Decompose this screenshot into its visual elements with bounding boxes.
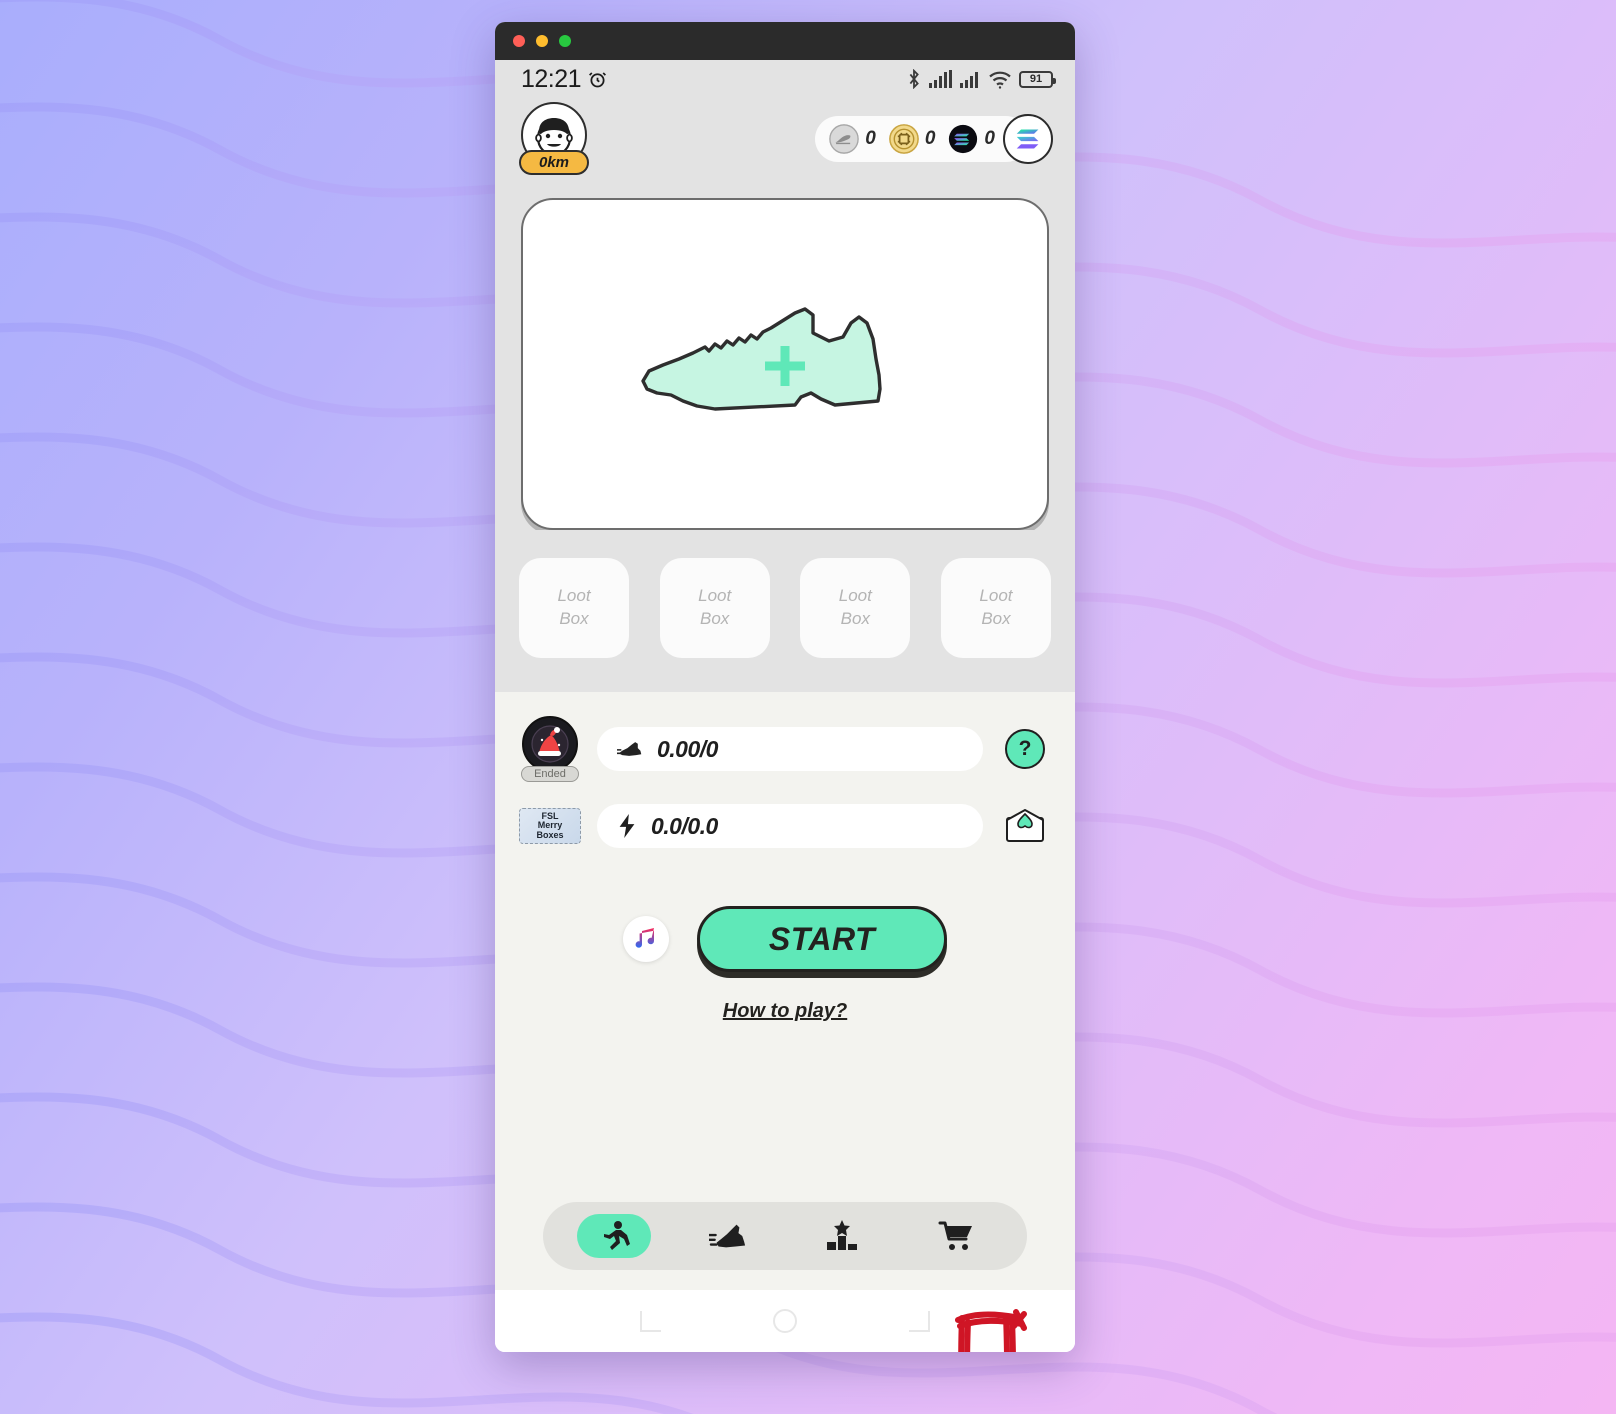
maximize-button[interactable] <box>559 35 571 47</box>
currency-gmt-amount: 0 <box>924 128 936 149</box>
bottom-nav-wrapper <box>517 1202 1053 1290</box>
window-titlebar <box>495 22 1075 60</box>
wallet-row: 0 0 0 <box>815 114 1053 164</box>
mail-slot <box>997 808 1053 844</box>
sneaker-slot-card[interactable] <box>521 198 1049 530</box>
nav-item-market[interactable] <box>919 1214 993 1258</box>
start-button[interactable]: START <box>697 906 947 972</box>
sneaker-icon <box>709 1224 746 1248</box>
shopping-cart-icon <box>938 1221 972 1250</box>
stats-section: Ended 0.00/0 ? FSL Merry Boxes 0.0/0.0 S… <box>495 692 1075 1352</box>
phone-screen: 12:21 91 0km 0 0 0 Loot Box Loot Box Loo… <box>495 60 1075 1352</box>
currency-pill: 0 0 0 <box>815 116 1029 162</box>
energy-stat-value: 0.0/0.0 <box>651 812 718 839</box>
how-to-play-link[interactable]: How to play? <box>517 1000 1053 1023</box>
event-badge-slot[interactable]: Ended <box>517 716 583 782</box>
signal-icon <box>960 72 978 88</box>
bluetooth-icon <box>909 69 919 89</box>
nav-item-shoes[interactable] <box>691 1214 765 1258</box>
apple-music-button[interactable] <box>623 916 669 962</box>
status-bar-left: 12:21 <box>521 65 608 94</box>
lootbox-slot[interactable]: Loot Box <box>519 558 629 658</box>
stat-row-energy-distance: Ended 0.00/0 ? <box>517 716 1053 782</box>
bottom-nav <box>543 1202 1027 1270</box>
nav-item-rankings[interactable] <box>805 1214 879 1258</box>
help-question-icon[interactable]: ? <box>1005 729 1045 769</box>
gst-token-icon <box>829 124 860 154</box>
mail-envelope-icon[interactable] <box>1004 808 1046 844</box>
event-medal-icon <box>522 716 578 772</box>
running-person-icon <box>604 1221 630 1250</box>
lootbox-label-line2: Box <box>981 609 1011 628</box>
close-button[interactable] <box>513 35 525 47</box>
currency-gst[interactable]: 0 <box>829 124 876 154</box>
app-header: 0km 0 0 0 <box>495 98 1075 184</box>
solana-token-icon <box>949 124 978 154</box>
system-nav-bar <box>495 1290 1075 1352</box>
solana-chain-button[interactable] <box>1003 114 1053 164</box>
lootbox-label-line2: Box <box>559 609 589 628</box>
solana-chain-icon <box>1016 129 1039 149</box>
help-slot: ? <box>997 729 1053 769</box>
currency-sol[interactable]: 0 <box>948 124 995 154</box>
gmt-token-icon <box>888 124 919 154</box>
back-icon[interactable] <box>906 1308 932 1334</box>
distance-stat-pill[interactable]: 0.00/0 <box>597 727 983 771</box>
sneaker-icon <box>617 742 642 756</box>
avatar-group[interactable]: 0km <box>519 102 593 175</box>
ticket-label-line3: Boxes <box>536 829 564 840</box>
lootbox-label-line2: Box <box>700 609 730 628</box>
distance-badge: 0km <box>519 150 589 175</box>
ticket-icon: FSL Merry Boxes <box>519 808 581 844</box>
battery-icon: 91 <box>1019 70 1056 88</box>
distance-stat-value: 0.00/0 <box>657 735 718 762</box>
status-bar-right: 91 <box>906 69 1056 89</box>
sneaker-placeholder-icon <box>641 307 882 411</box>
currency-sol-amount: 0 <box>984 128 995 149</box>
lootbox-slot[interactable]: Loot Box <box>940 558 1051 658</box>
lootbox-label-line1: Loot <box>979 586 1013 606</box>
lootbox-label-line1: Loot <box>698 586 732 606</box>
minimize-button[interactable] <box>536 35 548 47</box>
app-window: 12:21 91 0km 0 0 0 Loot Box Loot Box Loo… <box>495 22 1075 1352</box>
start-area: START <box>517 906 1053 1352</box>
lootbox-row: Loot Box Loot Box Loot Box Loot Box <box>495 530 1075 692</box>
lootbox-label-line1: Loot <box>557 586 591 606</box>
apple-music-icon <box>635 928 654 948</box>
home-icon[interactable] <box>771 1307 799 1335</box>
lootbox-label-line2: Box <box>840 609 870 628</box>
alarm-clock-icon <box>589 71 607 87</box>
lootbox-slot[interactable]: Loot Box <box>659 558 770 658</box>
podium-star-icon <box>827 1220 857 1250</box>
shoe-panel <box>495 184 1075 530</box>
ticket-badge-slot[interactable]: FSL Merry Boxes <box>517 808 583 844</box>
stat-row-energy: FSL Merry Boxes 0.0/0.0 <box>517 804 1053 848</box>
lootbox-label-line1: Loot <box>838 586 872 606</box>
status-bar: 12:21 91 <box>495 60 1075 98</box>
battery-level: 91 <box>1029 73 1043 85</box>
recents-icon[interactable] <box>638 1308 664 1334</box>
currency-gmt[interactable]: 0 <box>888 124 936 154</box>
wifi-icon <box>989 71 1011 89</box>
signal-icon <box>929 70 952 88</box>
energy-stat-pill[interactable]: 0.0/0.0 <box>597 804 983 848</box>
energy-bolt-icon <box>619 814 635 838</box>
nav-item-run[interactable] <box>577 1214 651 1258</box>
status-clock: 12:21 <box>521 64 582 93</box>
currency-gst-amount: 0 <box>865 128 876 149</box>
event-status-badge: Ended <box>521 766 579 782</box>
lootbox-slot[interactable]: Loot Box <box>800 558 911 658</box>
